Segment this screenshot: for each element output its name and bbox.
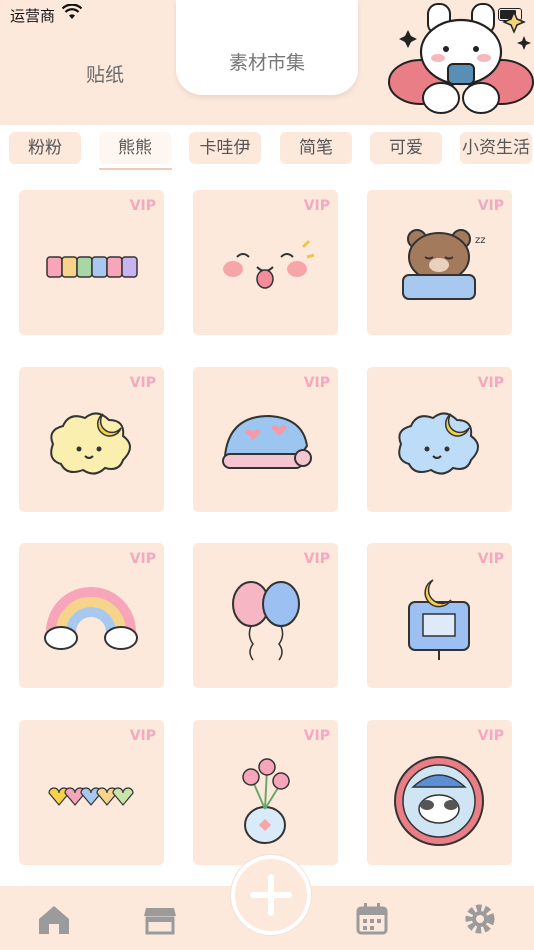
tab-market[interactable]: 素材市集 [176,0,358,95]
sleeping-bear-sticker-icon: zz [402,229,486,300]
vip-badge: VIP [477,551,504,567]
sticker-card[interactable]: VIP [19,367,164,512]
sticker-card[interactable]: VIP [193,190,338,335]
cat-badge-sticker-icon [394,756,484,846]
moon-sign-sticker-icon [408,579,470,660]
sticker-card[interactable]: VIP [193,543,338,688]
sticker-card[interactable]: VIP [367,543,512,688]
svg-text:zz: zz [475,235,486,246]
add-icon [250,874,292,916]
home-icon[interactable] [35,900,73,938]
vip-badge: VIP [129,551,156,567]
yellow-cloud-moon-sticker-icon [50,412,131,475]
vip-badge: VIP [303,375,330,391]
sticker-card[interactable]: VIP [193,367,338,512]
category-active-indicator [99,168,172,170]
sticker-card[interactable]: VIP [19,720,164,865]
store-icon[interactable] [141,900,179,938]
vip-badge: VIP [129,375,156,391]
rainbow-sticker-icon [44,587,138,650]
sticker-card[interactable]: VIP [19,543,164,688]
vip-badge: VIP [477,198,504,214]
vip-badge: VIP [129,198,156,214]
vip-badge: VIP [303,198,330,214]
balloons-sticker-icon [232,581,300,661]
category-kawayi[interactable]: 卡哇伊 [189,132,261,164]
sticker-card[interactable]: VIP [193,720,338,865]
sticker-card[interactable]: VIP [367,367,512,512]
heart-beads-sticker-icon [48,787,134,806]
category-xiongxiong[interactable]: 熊熊 [99,132,171,164]
sticker-card[interactable]: VIP [19,190,164,335]
happy-text-sticker-icon [46,256,138,278]
vip-badge: VIP [129,728,156,744]
sticker-card[interactable]: VIP [367,720,512,865]
tab-sticker[interactable]: 贴纸 [60,60,150,87]
category-fenfen[interactable]: 粉粉 [9,132,81,164]
flower-vase-sticker-icon [242,758,290,844]
vip-badge: VIP [303,551,330,567]
settings-icon[interactable] [461,900,499,938]
calendar-icon[interactable] [353,900,391,938]
blue-cloud-moon-sticker-icon [398,412,479,475]
cute-face-sticker-icon [223,239,315,289]
add-button[interactable] [231,855,311,935]
header: 运营商 下午 3:08 贴纸 素材市集 [0,0,534,125]
category-keai[interactable]: 可爱 [370,132,442,164]
sticker-card[interactable]: VIP zz [367,190,512,335]
tab-market-label: 素材市集 [228,52,305,74]
vip-badge: VIP [303,728,330,744]
bunny-mascot-icon [388,3,534,114]
vip-badge: VIP [477,728,504,744]
category-jianbi[interactable]: 简笔 [280,132,352,164]
vip-badge: VIP [477,375,504,391]
category-xiaozi[interactable]: 小资生活 [460,132,532,164]
category-bar: 粉粉 熊熊 卡哇伊 简笔 可爱 小资生活 [0,132,534,170]
nightcap-sticker-icon [222,414,312,469]
